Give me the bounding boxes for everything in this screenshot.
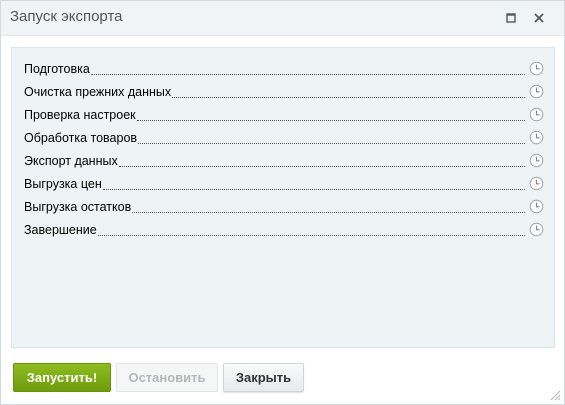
export-steps-list: Подготовка Очистка прежних данных Провер… <box>24 60 544 244</box>
resize-grip-icon[interactable] <box>550 390 561 401</box>
step-cleanup: Очистка прежних данных <box>24 83 544 106</box>
dotted-leader <box>102 175 525 190</box>
step-export-prices: Выгрузка цен <box>24 175 544 198</box>
dotted-leader <box>172 83 525 98</box>
clock-icon <box>529 222 544 237</box>
dotted-leader <box>132 198 525 213</box>
step-label: Очистка прежних данных <box>24 85 172 99</box>
step-label: Экспорт данных <box>24 154 118 168</box>
step-label: Завершение <box>24 223 97 237</box>
clock-icon <box>529 107 544 122</box>
step-export-data: Экспорт данных <box>24 152 544 175</box>
step-label: Подготовка <box>24 62 90 76</box>
clock-icon <box>529 153 544 168</box>
dialog-title: Запуск экспорта <box>10 8 123 25</box>
dotted-leader <box>136 106 525 121</box>
dotted-leader <box>90 60 525 75</box>
clock-icon <box>529 84 544 99</box>
stop-button: Остановить <box>116 363 218 392</box>
step-finish: Завершение <box>24 221 544 244</box>
export-steps-panel: Подготовка Очистка прежних данных Провер… <box>11 47 555 348</box>
step-label: Выгрузка остатков <box>24 200 132 214</box>
step-label: Выгрузка цен <box>24 177 102 191</box>
step-export-stock: Выгрузка остатков <box>24 198 544 221</box>
dialog-titlebar[interactable]: Запуск экспорта <box>1 1 564 36</box>
dotted-leader <box>97 221 525 236</box>
clock-icon <box>529 61 544 76</box>
step-process-products: Обработка товаров <box>24 129 544 152</box>
clock-icon <box>529 176 544 191</box>
clock-icon <box>529 199 544 214</box>
start-button[interactable]: Запустить! <box>13 363 111 392</box>
clock-icon <box>529 130 544 145</box>
step-preparation: Подготовка <box>24 60 544 83</box>
maximize-icon[interactable] <box>503 10 519 26</box>
dotted-leader <box>118 152 525 167</box>
step-label: Обработка товаров <box>24 131 138 145</box>
dialog-footer: Запустить! Остановить Закрыть <box>1 349 564 404</box>
step-label: Проверка настроек <box>24 108 136 122</box>
close-icon[interactable] <box>531 10 547 26</box>
export-dialog: Запуск экспорта Подготовка Очистка прежн… <box>0 0 565 405</box>
step-check-settings: Проверка настроек <box>24 106 544 129</box>
dotted-leader <box>138 129 525 144</box>
close-button[interactable]: Закрыть <box>223 363 304 392</box>
